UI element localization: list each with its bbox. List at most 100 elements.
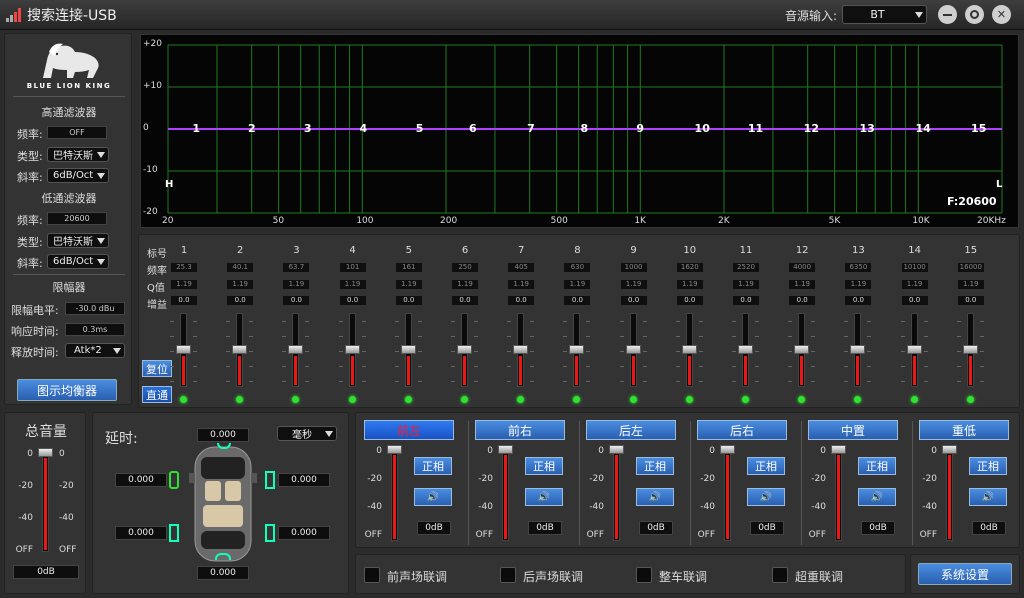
band-q-field[interactable]: 1.19 bbox=[170, 279, 198, 290]
channel-volume-value[interactable]: 0dB bbox=[528, 521, 562, 535]
channel-volume-fader[interactable] bbox=[831, 445, 846, 541]
channel-select-button[interactable]: 前右 bbox=[475, 420, 565, 440]
band-gain-field[interactable]: 0.0 bbox=[394, 295, 423, 306]
band-q-field[interactable]: 1.19 bbox=[956, 279, 985, 290]
band-enable-led[interactable] bbox=[742, 396, 749, 403]
slider-knob[interactable] bbox=[498, 445, 513, 454]
band-gain-slider[interactable] bbox=[226, 313, 254, 389]
band-freq-field[interactable]: 63.7 bbox=[282, 262, 311, 273]
band-freq-field[interactable]: 1000 bbox=[619, 262, 648, 273]
channel-phase-button[interactable]: 正相 bbox=[969, 457, 1007, 475]
band-enable-led[interactable] bbox=[573, 396, 581, 403]
speaker-front-left-icon[interactable] bbox=[169, 471, 179, 489]
channel-mute-button[interactable]: 🔊 bbox=[636, 488, 674, 506]
band-q-field[interactable]: 1.19 bbox=[451, 279, 479, 290]
slider-knob[interactable] bbox=[609, 445, 624, 454]
band-enable-led[interactable] bbox=[685, 396, 693, 403]
band-q-field[interactable]: 1.19 bbox=[338, 279, 367, 290]
band-gain-field[interactable]: 0.0 bbox=[563, 295, 592, 306]
delay-front-left-field[interactable]: 0.000 bbox=[115, 473, 167, 487]
hp-slope-select[interactable]: 6dB/Oct bbox=[47, 168, 109, 183]
lp-slope-select[interactable]: 6dB/Oct bbox=[47, 254, 109, 269]
channel-mute-button[interactable]: 🔊 bbox=[414, 488, 452, 506]
link-checkbox[interactable] bbox=[636, 567, 652, 583]
channel-volume-value[interactable]: 0dB bbox=[972, 521, 1006, 535]
settings-button[interactable] bbox=[965, 5, 984, 24]
limit-level-field[interactable]: -30.0 dBu bbox=[65, 302, 125, 315]
band-gain-field[interactable]: 0.0 bbox=[675, 295, 704, 306]
channel-select-button[interactable]: 前左 bbox=[364, 420, 454, 440]
band-freq-field[interactable]: 405 bbox=[507, 262, 536, 273]
band-gain-slider[interactable] bbox=[732, 313, 759, 389]
band-gain-slider[interactable] bbox=[170, 313, 197, 389]
slider-knob[interactable] bbox=[344, 345, 360, 354]
master-volume-value[interactable]: 0dB bbox=[13, 565, 79, 579]
slider-knob[interactable] bbox=[942, 445, 957, 454]
slider-knob[interactable] bbox=[232, 345, 248, 354]
band-enable-led[interactable] bbox=[404, 396, 412, 403]
band-enable-led[interactable] bbox=[236, 396, 244, 403]
channel-mute-button[interactable]: 🔊 bbox=[525, 488, 563, 506]
minimize-button[interactable] bbox=[938, 5, 957, 24]
slider-knob[interactable] bbox=[962, 345, 978, 354]
band-gain-field[interactable]: 0.0 bbox=[451, 295, 479, 306]
channel-volume-value[interactable]: 0dB bbox=[639, 521, 673, 535]
band-gain-field[interactable]: 0.0 bbox=[732, 295, 760, 306]
band-freq-field[interactable]: 40.1 bbox=[226, 262, 255, 273]
speaker-rear-left-icon[interactable] bbox=[169, 524, 179, 542]
channel-mute-button[interactable]: 🔊 bbox=[969, 488, 1007, 506]
graphic-eq-button[interactable]: 图示均衡器 bbox=[17, 379, 117, 401]
band-gain-slider[interactable] bbox=[619, 313, 647, 389]
band-gain-slider[interactable] bbox=[956, 313, 984, 389]
reset-button[interactable]: 复位 bbox=[142, 360, 172, 377]
slider-knob[interactable] bbox=[400, 345, 416, 354]
band-gain-field[interactable]: 0.0 bbox=[619, 295, 648, 306]
band-gain-field[interactable]: 0.0 bbox=[507, 295, 536, 306]
slider-knob[interactable] bbox=[738, 345, 753, 354]
slider-knob[interactable] bbox=[906, 345, 922, 354]
band-gain-slider[interactable] bbox=[394, 313, 422, 389]
system-settings-button[interactable]: 系统设置 bbox=[918, 563, 1012, 585]
band-gain-field[interactable]: 0.0 bbox=[900, 295, 929, 306]
band-enable-led[interactable] bbox=[348, 396, 356, 403]
band-freq-field[interactable]: 4000 bbox=[788, 262, 817, 273]
band-freq-field[interactable]: 25.3 bbox=[170, 262, 198, 273]
channel-volume-fader[interactable] bbox=[609, 445, 624, 541]
band-enable-led[interactable] bbox=[461, 396, 468, 403]
slider-knob[interactable] bbox=[794, 345, 810, 354]
band-enable-led[interactable] bbox=[180, 396, 187, 403]
channel-volume-fader[interactable] bbox=[498, 445, 513, 541]
band-gain-slider[interactable] bbox=[282, 313, 310, 389]
channel-volume-fader[interactable] bbox=[387, 445, 402, 541]
band-q-field[interactable]: 1.19 bbox=[732, 279, 760, 290]
band-q-field[interactable]: 1.19 bbox=[675, 279, 704, 290]
eq-response-chart[interactable]: +20 +10 0 -10 -20 20 50 100 200 500 1K 2K 5K 10K 20KHz… bbox=[140, 34, 1019, 228]
speaker-sub-icon[interactable] bbox=[215, 553, 231, 560]
band-gain-slider[interactable] bbox=[844, 313, 872, 389]
channel-volume-value[interactable]: 0dB bbox=[861, 521, 895, 535]
slider-knob[interactable] bbox=[569, 345, 585, 354]
band-gain-field[interactable]: 0.0 bbox=[170, 295, 198, 306]
slider-knob[interactable] bbox=[720, 445, 735, 454]
band-gain-slider[interactable] bbox=[675, 313, 703, 389]
channel-volume-value[interactable]: 0dB bbox=[417, 521, 451, 535]
band-enable-led[interactable] bbox=[292, 396, 300, 403]
band-freq-field[interactable]: 161 bbox=[394, 262, 423, 273]
band-q-field[interactable]: 1.19 bbox=[844, 279, 873, 290]
hp-type-select[interactable]: 巴特沃斯 bbox=[47, 147, 109, 162]
master-volume-fader[interactable] bbox=[38, 448, 53, 552]
band-gain-field[interactable]: 0.0 bbox=[282, 295, 311, 306]
delay-top-field[interactable]: 0.000 bbox=[197, 428, 249, 442]
lp-freq-field[interactable]: 20600 bbox=[47, 212, 107, 225]
band-freq-field[interactable]: 6350 bbox=[844, 262, 873, 273]
band-enable-led[interactable] bbox=[966, 396, 974, 403]
delay-rear-left-field[interactable]: 0.000 bbox=[115, 526, 167, 540]
slider-knob[interactable] bbox=[38, 448, 53, 457]
band-q-field[interactable]: 1.19 bbox=[226, 279, 255, 290]
hp-freq-field[interactable]: OFF bbox=[47, 126, 107, 139]
band-q-field[interactable]: 1.19 bbox=[619, 279, 648, 290]
band-freq-field[interactable]: 250 bbox=[451, 262, 479, 273]
channel-select-button[interactable]: 重低 bbox=[919, 420, 1009, 440]
speaker-rear-right-icon[interactable] bbox=[265, 524, 275, 542]
band-gain-slider[interactable] bbox=[563, 313, 591, 389]
